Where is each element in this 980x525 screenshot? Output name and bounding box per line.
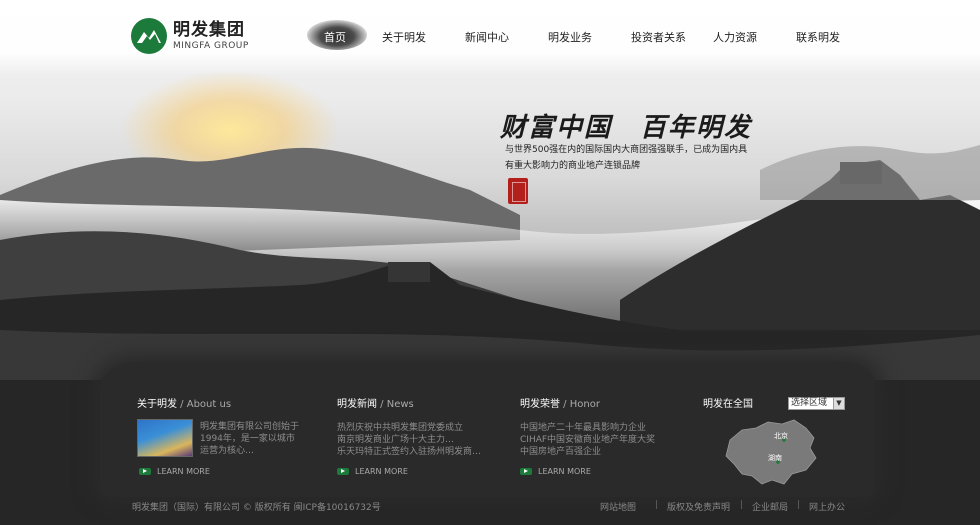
- about-learn-more-label: LEARN MORE: [157, 467, 210, 476]
- chevron-down-icon: ▼: [833, 398, 844, 409]
- news-section: 明发新闻 / News 热烈庆祝中共明发集团党委成立 南京明发商业广场十大主力……: [337, 395, 481, 458]
- brand-name-en: MINGFA GROUP: [173, 40, 249, 51]
- honor-item[interactable]: 中国地产二十年最具影响力企业: [520, 422, 655, 434]
- national-section: 明发在全国: [703, 395, 753, 410]
- footer-link-disclaimer[interactable]: 版权及免责声明: [667, 500, 730, 513]
- honor-item[interactable]: 中国房地产百强企业: [520, 446, 655, 458]
- hero-slogan: 财富中国 百年明发: [500, 113, 753, 143]
- region-select[interactable]: 选择区域 ▼: [788, 397, 845, 410]
- china-map[interactable]: 北京 湖南: [722, 418, 822, 488]
- about-learn-more-link[interactable]: LEARN MORE: [139, 467, 210, 476]
- news-list: 热烈庆祝中共明发集团党委成立 南京明发商业广场十大主力… 乐天玛特正式签约入驻扬…: [337, 422, 481, 458]
- logo-emblem-icon: [131, 18, 167, 54]
- news-title-cn: 明发新闻: [337, 399, 377, 410]
- honor-section: 明发荣誉 / Honor 中国地产二十年最具影响力企业 CIHAF中国安徽商业地…: [520, 395, 655, 458]
- honor-list: 中国地产二十年最具影响力企业 CIHAF中国安徽商业地产年度大奖 中国房地产百强…: [520, 422, 655, 458]
- hero-description: 与世界500强在内的国际国内大商团强强联手，已成为国内具有重大影响力的商业地产连…: [505, 145, 748, 171]
- arrow-right-icon: [139, 468, 151, 475]
- honor-title: 明发荣誉 / Honor: [520, 399, 600, 410]
- logo-text: 明发集团 MINGFA GROUP: [173, 19, 249, 51]
- arrow-right-icon: [520, 468, 532, 475]
- honor-learn-more-link[interactable]: LEARN MORE: [520, 467, 591, 476]
- about-thumbnail-image[interactable]: [137, 419, 193, 457]
- national-title: 明发在全国: [703, 399, 753, 410]
- nav-item-home[interactable]: 首页: [324, 29, 346, 45]
- brand-name-cn: 明发集团: [173, 19, 245, 40]
- honor-item[interactable]: CIHAF中国安徽商业地产年度大奖: [520, 434, 655, 446]
- footer-copyright: 明发集团（国际）有限公司 © 版权所有 闽ICP备10016732号: [132, 503, 381, 513]
- honor-title-cn: 明发荣誉: [520, 399, 560, 410]
- news-title: 明发新闻 / News: [337, 399, 414, 410]
- nav-item-business[interactable]: 明发业务: [548, 29, 592, 45]
- footer-link-office[interactable]: 网上办公: [809, 500, 845, 513]
- map-label-beijing: 北京: [774, 431, 788, 440]
- footer-link-sitemap[interactable]: 网站地图: [600, 500, 636, 513]
- about-summary: 明发集团有限公司创始于1994年，是一家以城市运营为核心…: [200, 422, 300, 456]
- honor-title-en: Honor: [569, 399, 600, 410]
- about-section: 关于明发 / About us: [137, 395, 231, 410]
- honor-learn-more-label: LEARN MORE: [538, 467, 591, 476]
- news-title-en: News: [386, 399, 414, 410]
- footer-separator: |: [655, 500, 659, 510]
- footer-link-mail[interactable]: 企业邮局: [752, 500, 788, 513]
- main-nav: 首页 关于明发 新闻中心 明发业务 投资者关系 人力资源 联系明发: [300, 29, 860, 45]
- about-title-cn: 关于明发: [137, 399, 177, 410]
- nav-item-contact[interactable]: 联系明发: [796, 29, 840, 45]
- footer-separator: |: [797, 500, 801, 510]
- news-item[interactable]: 乐天玛特正式签约入驻扬州明发商…: [337, 446, 481, 458]
- nav-item-investor-relations[interactable]: 投资者关系: [631, 29, 686, 45]
- about-title: 关于明发 / About us: [137, 399, 232, 410]
- brand-logo[interactable]: 明发集团 MINGFA GROUP: [131, 18, 249, 54]
- footer-separator: |: [740, 500, 744, 510]
- map-label-hunan: 湖南: [768, 453, 782, 462]
- region-select-value: 选择区域: [791, 398, 828, 408]
- about-title-en: About us: [186, 399, 232, 410]
- nav-item-about[interactable]: 关于明发: [382, 29, 426, 45]
- news-learn-more-label: LEARN MORE: [355, 467, 408, 476]
- news-item[interactable]: 南京明发商业广场十大主力…: [337, 434, 481, 446]
- news-learn-more-link[interactable]: LEARN MORE: [337, 467, 408, 476]
- arrow-right-icon: [337, 468, 349, 475]
- news-item[interactable]: 热烈庆祝中共明发集团党委成立: [337, 422, 481, 434]
- nav-item-news[interactable]: 新闻中心: [465, 29, 509, 45]
- nav-item-hr[interactable]: 人力资源: [713, 29, 757, 45]
- red-seal-stamp-icon: [508, 178, 528, 204]
